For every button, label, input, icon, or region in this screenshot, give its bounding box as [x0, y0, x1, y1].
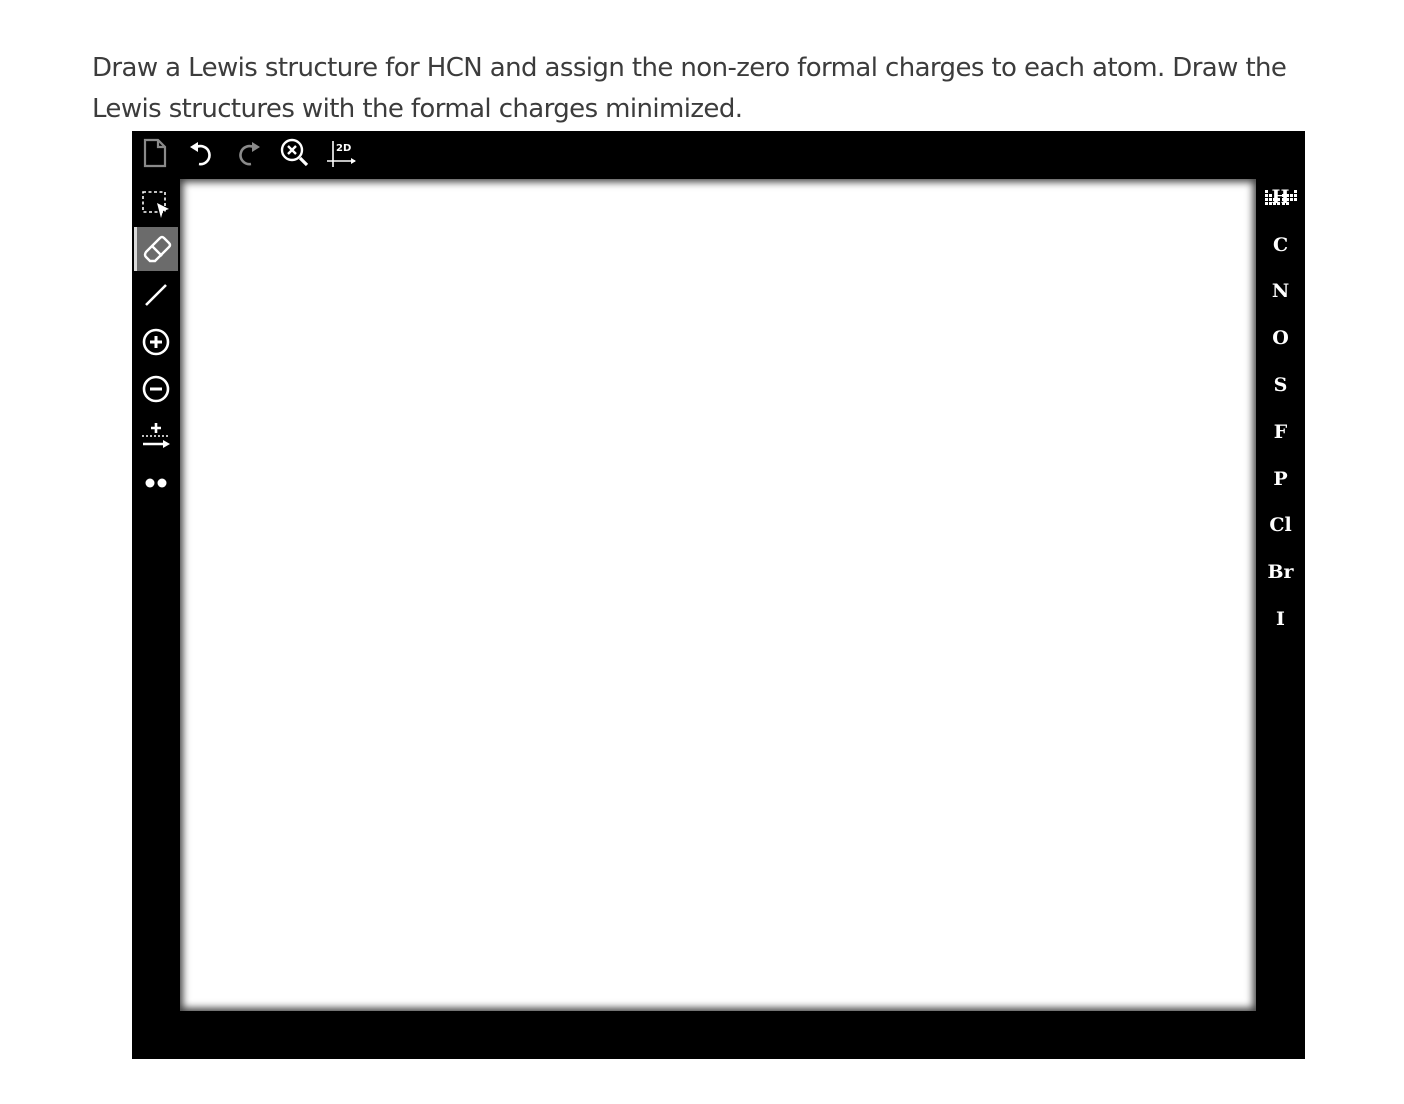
new-document-button[interactable] [137, 137, 173, 173]
lasso-select-button[interactable] [134, 185, 178, 229]
top-toolbar: 2D [132, 131, 532, 179]
single-bond-icon [141, 280, 171, 314]
positive-charge-icon [140, 326, 172, 362]
element-button-i[interactable]: I [1256, 599, 1305, 639]
question-line-2: Lewis structures with the formal charges… [92, 94, 743, 124]
2d-clean-icon: 2D [325, 137, 359, 173]
redo-button[interactable] [230, 137, 266, 173]
left-toolbar [132, 179, 180, 579]
lone-pair-button[interactable] [134, 463, 178, 507]
clear-zoom-button[interactable] [277, 137, 313, 173]
lone-pair-icon [141, 473, 171, 497]
element-button-c[interactable]: C [1256, 225, 1305, 265]
negative-charge-icon [140, 373, 172, 409]
negative-charge-button[interactable] [134, 369, 178, 413]
element-button-cl[interactable]: Cl [1256, 505, 1305, 545]
eraser-icon [141, 230, 175, 268]
element-toolbar: H C N O S F P Cl Br I [1256, 179, 1305, 739]
question-text: Draw a Lewis structure for HCN and assig… [92, 48, 1322, 130]
charge-arrow-icon [139, 419, 173, 457]
undo-icon [187, 138, 217, 172]
drawing-canvas[interactable] [180, 179, 1256, 1011]
eraser-button[interactable] [134, 227, 178, 271]
charge-arrow-button[interactable] [134, 416, 178, 460]
clean-2d-button[interactable]: 2D [324, 137, 360, 173]
zoom-clear-icon [279, 137, 311, 173]
lasso-select-icon [140, 189, 172, 225]
element-button-f[interactable]: F [1256, 412, 1305, 452]
question-line-1: Draw a Lewis structure for HCN and assig… [92, 53, 1287, 83]
new-document-icon [142, 138, 168, 172]
clean-2d-label: 2D [336, 143, 351, 154]
element-button-br[interactable]: Br [1256, 552, 1305, 592]
molecule-editor: 2D H C N O S F P Cl Br I [132, 131, 1305, 1059]
single-bond-button[interactable] [134, 275, 178, 319]
element-button-o[interactable]: O [1256, 318, 1305, 358]
element-button-p[interactable]: P [1256, 459, 1305, 499]
element-button-n[interactable]: N [1256, 271, 1305, 311]
element-button-s[interactable]: S [1256, 365, 1305, 405]
undo-button[interactable] [184, 137, 220, 173]
element-button-h[interactable]: H [1256, 177, 1305, 217]
positive-charge-button[interactable] [134, 322, 178, 366]
redo-icon [233, 138, 263, 172]
